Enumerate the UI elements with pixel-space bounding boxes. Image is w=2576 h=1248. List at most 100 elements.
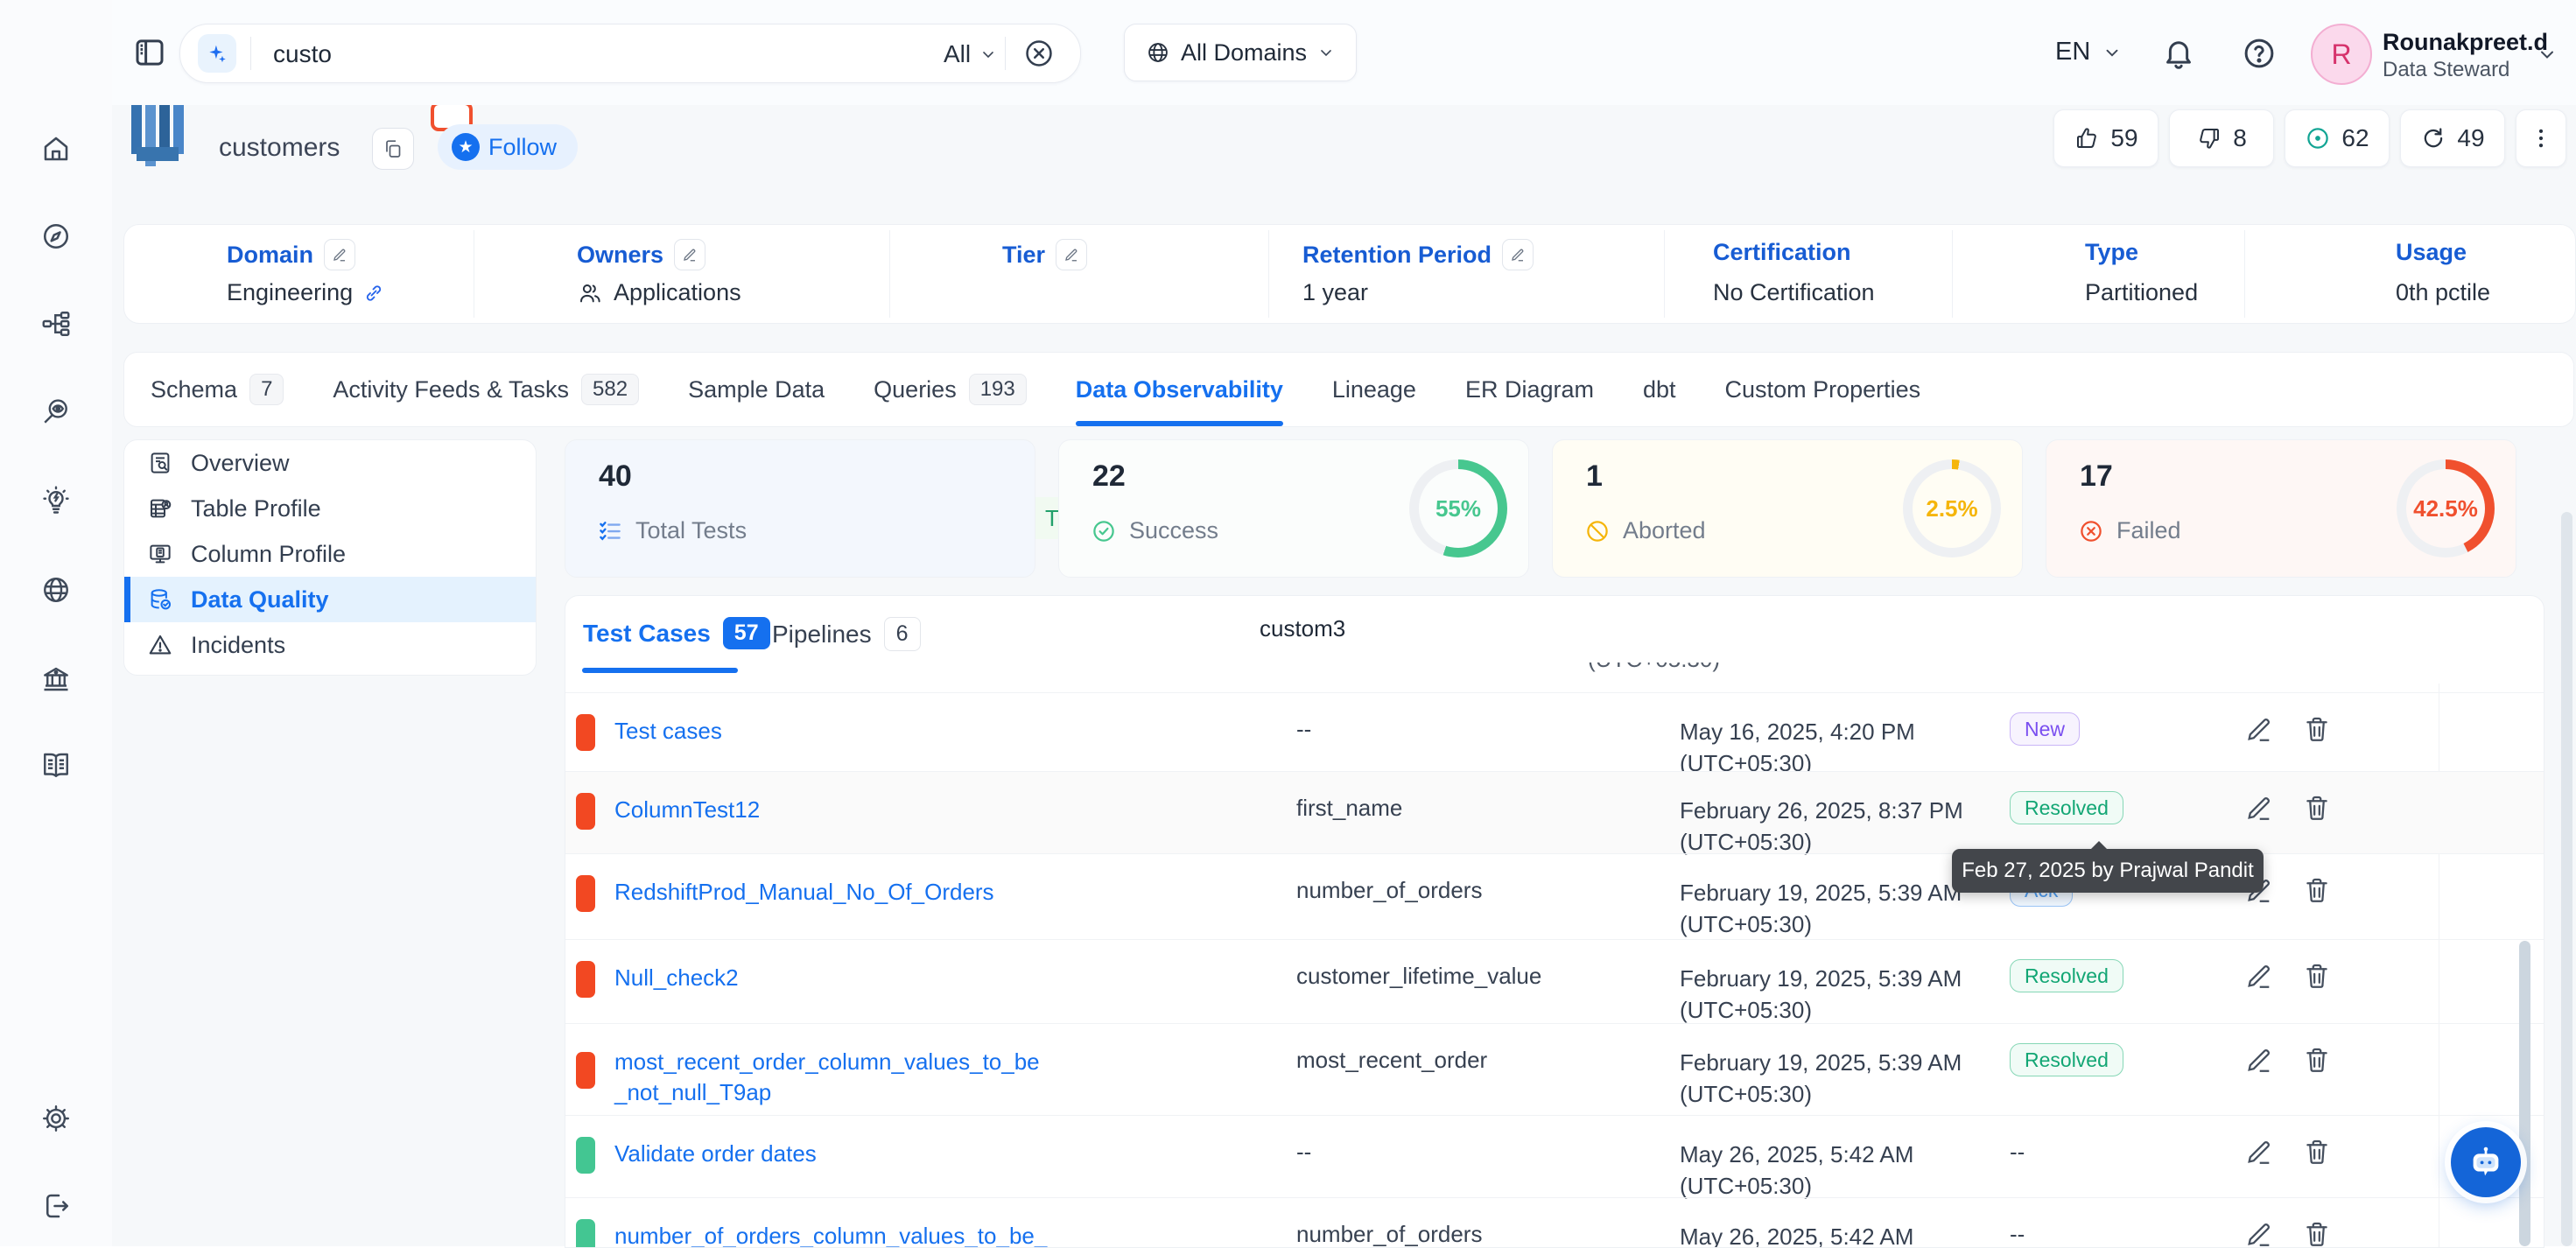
column-cell: -- xyxy=(1296,716,1311,743)
date-cell: May 16, 2025, 4:20 PM(UTC+05:30) xyxy=(1680,716,1915,779)
chevron-down-icon xyxy=(979,46,997,63)
views-button[interactable]: 62 xyxy=(2285,109,2390,167)
page-scrollbar[interactable] xyxy=(2561,512,2572,1246)
observability-icon[interactable] xyxy=(40,396,72,427)
date-cell: February 26, 2025, 8:37 PM(UTC+05:30) xyxy=(1680,795,1963,858)
help-icon[interactable] xyxy=(2241,35,2278,72)
more-actions-button[interactable] xyxy=(2516,109,2566,167)
test-case-link[interactable]: Null_check2 xyxy=(614,963,1105,993)
tab-data-observability[interactable]: Data Observability xyxy=(1076,353,1283,426)
follow-button[interactable]: ★ Follow xyxy=(438,124,578,170)
table-row[interactable]: Validate order dates -- May 26, 2025, 5:… xyxy=(565,1115,2544,1198)
views-icon xyxy=(2305,125,2331,151)
status-badge: New xyxy=(2010,712,2080,746)
edit-domain-icon[interactable] xyxy=(324,239,355,270)
search-input[interactable]: custo xyxy=(273,40,332,68)
edit-icon[interactable] xyxy=(2244,961,2274,991)
test-case-link[interactable]: most_recent_order_column_values_to_be_no… xyxy=(614,1047,1052,1108)
team-icon xyxy=(577,280,603,306)
sidenav-column-profile[interactable]: Column Profile xyxy=(124,531,536,577)
edit-icon[interactable] xyxy=(2244,1045,2274,1075)
all-domains-button[interactable]: All Domains xyxy=(1124,24,1357,81)
avatar[interactable]: R xyxy=(2311,24,2372,85)
slash-circle-icon xyxy=(1584,518,1611,544)
tooltip: Feb 27, 2025 by Prajwal Pandit xyxy=(1952,849,2264,893)
home-icon[interactable] xyxy=(40,133,72,165)
lineage-flow-icon[interactable] xyxy=(40,308,72,340)
table-row[interactable]: ColumnTest12 first_name February 26, 202… xyxy=(565,771,2544,854)
insights-bulb-icon[interactable] xyxy=(40,485,72,516)
upvote-button[interactable]: 59 xyxy=(2053,109,2158,167)
status-square-red xyxy=(576,793,595,830)
reruns-button[interactable]: 49 xyxy=(2400,109,2505,167)
tab-custom-properties[interactable]: Custom Properties xyxy=(1725,353,1921,426)
edit-owners-icon[interactable] xyxy=(674,239,705,270)
table-row[interactable]: number_of_orders_column_values_to_be_ nu… xyxy=(565,1197,2544,1248)
sidenav-incidents[interactable]: Incidents xyxy=(124,622,536,668)
edit-icon[interactable] xyxy=(2244,793,2274,823)
delete-icon[interactable] xyxy=(2302,961,2332,991)
chat-bot-button[interactable] xyxy=(2451,1127,2521,1197)
card-aborted: 1 Aborted 2.5% xyxy=(1552,439,2023,578)
downvote-button[interactable]: 8 xyxy=(2169,109,2274,167)
status-square-red xyxy=(576,961,595,998)
table-scrollbar[interactable] xyxy=(2519,941,2530,1246)
sidenav-data-quality[interactable]: Data Quality xyxy=(124,577,536,622)
owners-value[interactable]: Applications xyxy=(577,279,741,306)
table-row[interactable]: Null_check2 customer_lifetime_value Febr… xyxy=(565,939,2544,1024)
table-row[interactable]: Test cases -- May 16, 2025, 4:20 PM(UTC+… xyxy=(565,692,2544,772)
tab-lineage[interactable]: Lineage xyxy=(1332,353,1416,426)
tab-schema[interactable]: Schema7 xyxy=(151,353,284,426)
edit-icon[interactable] xyxy=(2244,714,2274,744)
edit-retention-icon[interactable] xyxy=(1502,239,1534,270)
left-nav-rail xyxy=(0,0,112,1246)
notifications-bell-icon[interactable] xyxy=(2160,35,2197,72)
tab-er-diagram[interactable]: ER Diagram xyxy=(1465,353,1594,426)
test-case-link[interactable]: number_of_orders_column_values_to_be_ xyxy=(614,1221,1105,1248)
sidenav-table-profile[interactable]: Table Profile xyxy=(124,486,536,531)
type-value: Partitioned xyxy=(2085,279,2198,306)
test-case-link[interactable]: ColumnTest12 xyxy=(614,795,1105,825)
settings-gear-icon[interactable] xyxy=(40,1103,72,1134)
delete-icon[interactable] xyxy=(2302,793,2332,823)
failed-label: Failed xyxy=(2116,517,2181,544)
tab-queries[interactable]: Queries193 xyxy=(874,353,1027,426)
copy-icon[interactable] xyxy=(372,128,414,170)
column-cell: first_name xyxy=(1296,795,1402,822)
certification-label: Certification xyxy=(1713,239,1851,266)
domain-value[interactable]: Engineering xyxy=(227,279,384,306)
delete-icon[interactable] xyxy=(2302,714,2332,744)
user-menu-chevron-icon[interactable] xyxy=(2537,44,2558,65)
aborted-label: Aborted xyxy=(1623,517,1706,544)
explore-compass-icon[interactable] xyxy=(40,221,72,252)
table-row[interactable]: most_recent_order_column_values_to_be_no… xyxy=(565,1023,2544,1116)
delete-icon[interactable] xyxy=(2302,1045,2332,1075)
edit-icon[interactable] xyxy=(2244,1219,2274,1248)
language-selector[interactable]: EN xyxy=(2055,38,2122,67)
edit-tier-icon[interactable] xyxy=(1056,239,1087,270)
test-case-link[interactable]: RedshiftProd_Manual_No_Of_Orders xyxy=(614,877,1105,908)
search-scope-dropdown[interactable]: All xyxy=(944,40,997,68)
delete-icon[interactable] xyxy=(2302,875,2332,905)
tab-sample-data[interactable]: Sample Data xyxy=(688,353,825,426)
sidebar-toggle-icon[interactable] xyxy=(131,34,168,71)
domains-globe-icon[interactable] xyxy=(40,574,72,606)
tab-activity-feeds[interactable]: Activity Feeds & Tasks582 xyxy=(333,353,639,426)
column-cell: customer_lifetime_value xyxy=(1296,963,1541,990)
tab-pipelines[interactable]: Pipelines 6 xyxy=(772,617,921,651)
glossary-book-icon[interactable] xyxy=(40,749,72,781)
global-search-bar[interactable]: custo All xyxy=(179,24,1081,83)
govern-bank-icon[interactable] xyxy=(40,663,72,695)
sidenav-overview[interactable]: Overview xyxy=(124,440,536,486)
success-label: Success xyxy=(1129,517,1218,544)
test-case-link[interactable]: Test cases xyxy=(614,716,1105,747)
aborted-value: 1 xyxy=(1586,459,1603,494)
logout-icon[interactable] xyxy=(40,1190,72,1222)
search-clear-icon[interactable] xyxy=(1022,37,1056,70)
tab-test-cases[interactable]: Test Cases 57 xyxy=(583,617,770,649)
test-case-link[interactable]: Validate order dates xyxy=(614,1139,1105,1169)
delete-icon[interactable] xyxy=(2302,1219,2332,1248)
edit-icon[interactable] xyxy=(2244,1137,2274,1167)
delete-icon[interactable] xyxy=(2302,1137,2332,1167)
tab-dbt[interactable]: dbt xyxy=(1643,353,1676,426)
